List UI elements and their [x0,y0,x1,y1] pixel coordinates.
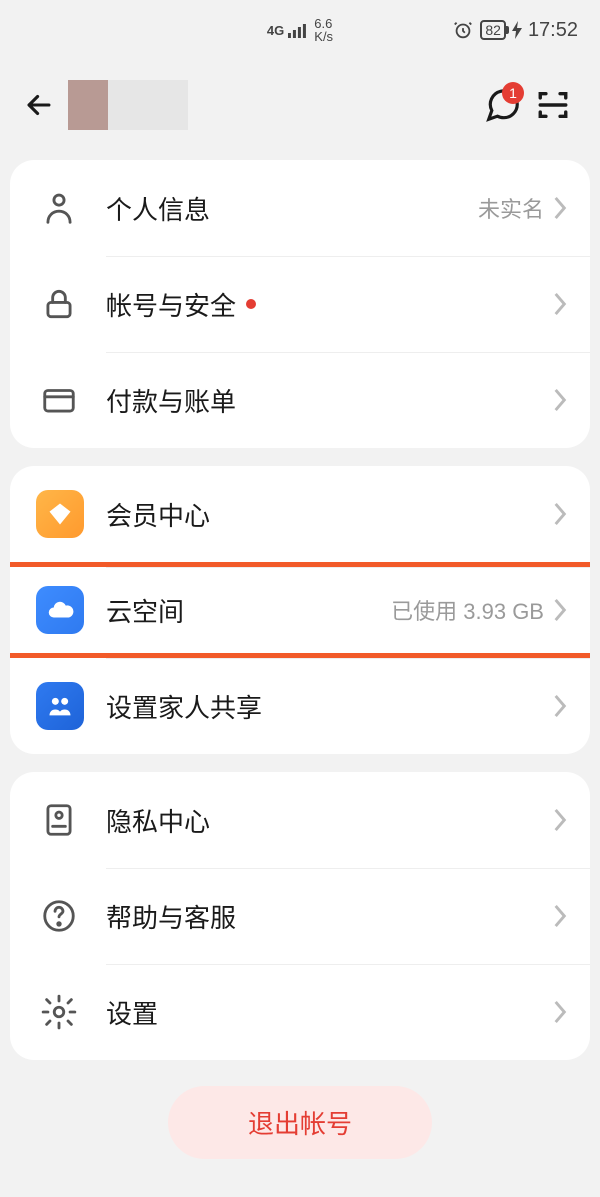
family-sharing-row[interactable]: 设置家人共享 [10,658,590,754]
personal-info-label: 个人信息 [106,190,210,227]
member-center-row[interactable]: 会员中心 [10,466,590,562]
family-icon [36,682,84,730]
cloud-icon [36,586,84,634]
privacy-icon [36,797,82,843]
member-center-label: 会员中心 [106,496,210,533]
lock-icon [36,281,82,327]
avatar-blurred [68,80,188,130]
status-network: 4G 6.6 K/s [267,17,333,43]
gear-icon [36,989,82,1035]
charging-icon [512,21,522,39]
payment-label: 付款与账单 [106,382,236,419]
signal-bars-icon [288,22,310,38]
personal-info-status: 未实名 [478,192,544,224]
chevron-right-icon [552,807,568,833]
cloud-usage-value: 已使用 3.93 GB [391,594,544,626]
alert-dot [246,299,256,309]
messages-button[interactable]: 1 [478,80,528,130]
chevron-right-icon [552,387,568,413]
help-label: 帮助与客服 [106,898,236,935]
page-header: 1 [0,60,600,150]
cloud-space-row[interactable]: 云空间 已使用 3.93 GB [10,562,590,658]
settings-label: 设置 [106,994,158,1031]
payment-billing-row[interactable]: 付款与账单 [10,352,590,448]
network-label: 4G [267,23,284,38]
account-section: 个人信息 未实名 帐号与安全 付款与账单 [10,160,590,448]
status-right: 82 17:52 [452,19,578,42]
cloud-space-label: 云空间 [106,592,184,629]
messages-badge: 1 [502,82,524,104]
help-icon [36,893,82,939]
family-share-label: 设置家人共享 [106,688,262,725]
account-security-row[interactable]: 帐号与安全 [10,256,590,352]
chevron-right-icon [552,597,568,623]
help-support-row[interactable]: 帮助与客服 [10,868,590,964]
card-icon [36,377,82,423]
arrow-left-icon [22,88,56,122]
chevron-right-icon [552,501,568,527]
privacy-center-row[interactable]: 隐私中心 [10,772,590,868]
logout-button[interactable]: 退出帐号 [168,1086,432,1159]
account-security-label: 帐号与安全 [106,286,236,323]
chevron-right-icon [552,903,568,929]
privacy-label: 隐私中心 [106,802,210,839]
more-section: 隐私中心 帮助与客服 设置 [10,772,590,1060]
alarm-icon [452,19,474,41]
chevron-right-icon [552,999,568,1025]
network-speed: 6.6 K/s [314,17,333,43]
services-section: 会员中心 云空间 已使用 3.93 GB 设置家人共享 [10,466,590,754]
battery-indicator: 82 [480,20,506,40]
clock-time: 17:52 [528,19,578,42]
scan-icon [536,88,570,122]
personal-info-row[interactable]: 个人信息 未实名 [10,160,590,256]
status-bar: 4G 6.6 K/s 82 17:52 [0,0,600,60]
back-button[interactable] [14,80,64,130]
chevron-right-icon [552,195,568,221]
logout-container: 退出帐号 [0,1086,600,1159]
member-icon [36,490,84,538]
chevron-right-icon [552,291,568,317]
scan-button[interactable] [528,80,578,130]
person-icon [36,185,82,231]
settings-row[interactable]: 设置 [10,964,590,1060]
chevron-right-icon [552,693,568,719]
